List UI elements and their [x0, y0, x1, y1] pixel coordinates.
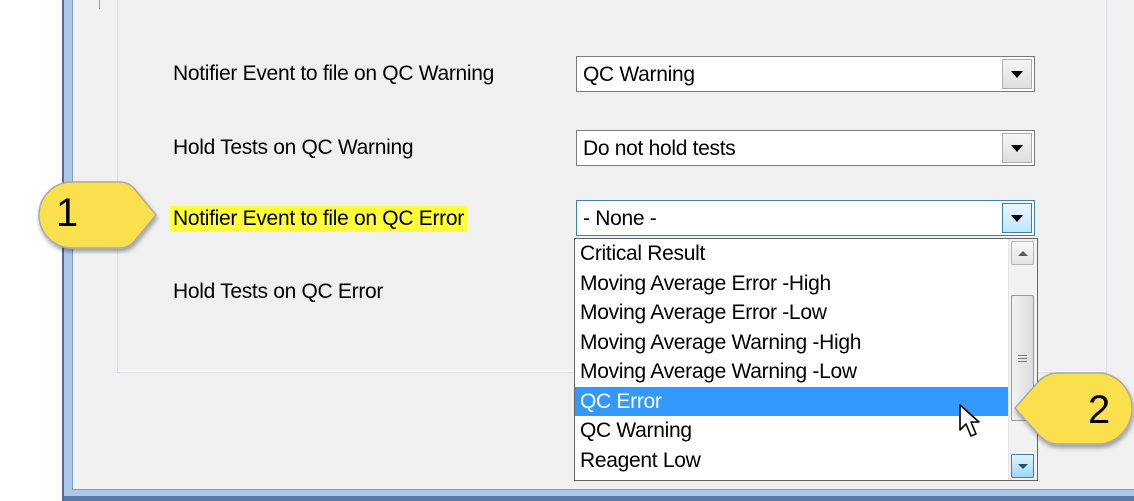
option-moving-average-warning-high[interactable]: Moving Average Warning -High: [575, 328, 1009, 358]
divider-tick: [99, 0, 100, 9]
qc-error-notifier-combo[interactable]: - None -: [576, 200, 1035, 236]
dropdown-arrow-icon[interactable]: [1002, 203, 1032, 233]
mouse-pointer-icon: [958, 404, 994, 449]
scroll-grip-icon: [1018, 353, 1027, 364]
hold-tests-qc-warning-label: Hold Tests on QC Warning: [173, 136, 414, 159]
dropdown-arrow-icon[interactable]: [1002, 133, 1032, 163]
combo-value: - None -: [583, 207, 657, 230]
combo-value: Do not hold tests: [583, 137, 736, 160]
qc-error-notifier-label: Notifier Event to file on QC Error: [170, 206, 467, 232]
callout-2: 2: [1012, 370, 1134, 454]
option-qc-error[interactable]: QC Error: [575, 386, 1009, 416]
callout-1-number: 1: [56, 191, 79, 235]
option-qc-warning[interactable]: QC Warning: [575, 416, 1009, 446]
option-moving-average-error-low[interactable]: Moving Average Error -Low: [575, 298, 1009, 328]
hold-tests-qc-error-label: Hold Tests on QC Error: [173, 280, 384, 303]
scroll-down-icon[interactable]: [1011, 454, 1034, 478]
dropdown-options: Critical Result Moving Average Error -Hi…: [575, 239, 1009, 475]
window-bottom-edge: [64, 496, 1134, 501]
option-moving-average-warning-low[interactable]: Moving Average Warning -Low: [575, 357, 1009, 387]
combo-value: QC Warning: [583, 63, 695, 86]
callout-2-shape: [1013, 372, 1133, 445]
callout-1-shape: [38, 181, 157, 249]
dropdown-arrow-icon[interactable]: [1002, 59, 1032, 89]
callout-2-number: 2: [1088, 388, 1111, 432]
scroll-up-icon[interactable]: [1011, 241, 1034, 265]
option-reagent-low[interactable]: Reagent Low: [575, 446, 1009, 476]
qc-warning-notifier-label: Notifier Event to file on QC Warning: [173, 62, 495, 85]
option-critical-result[interactable]: Critical Result: [575, 239, 1009, 269]
option-moving-average-error-high[interactable]: Moving Average Error -High: [575, 269, 1009, 299]
qc-warning-notifier-combo[interactable]: QC Warning: [576, 56, 1035, 92]
hold-tests-qc-warning-combo[interactable]: Do not hold tests: [576, 130, 1035, 166]
callout-1: 1: [34, 178, 160, 254]
